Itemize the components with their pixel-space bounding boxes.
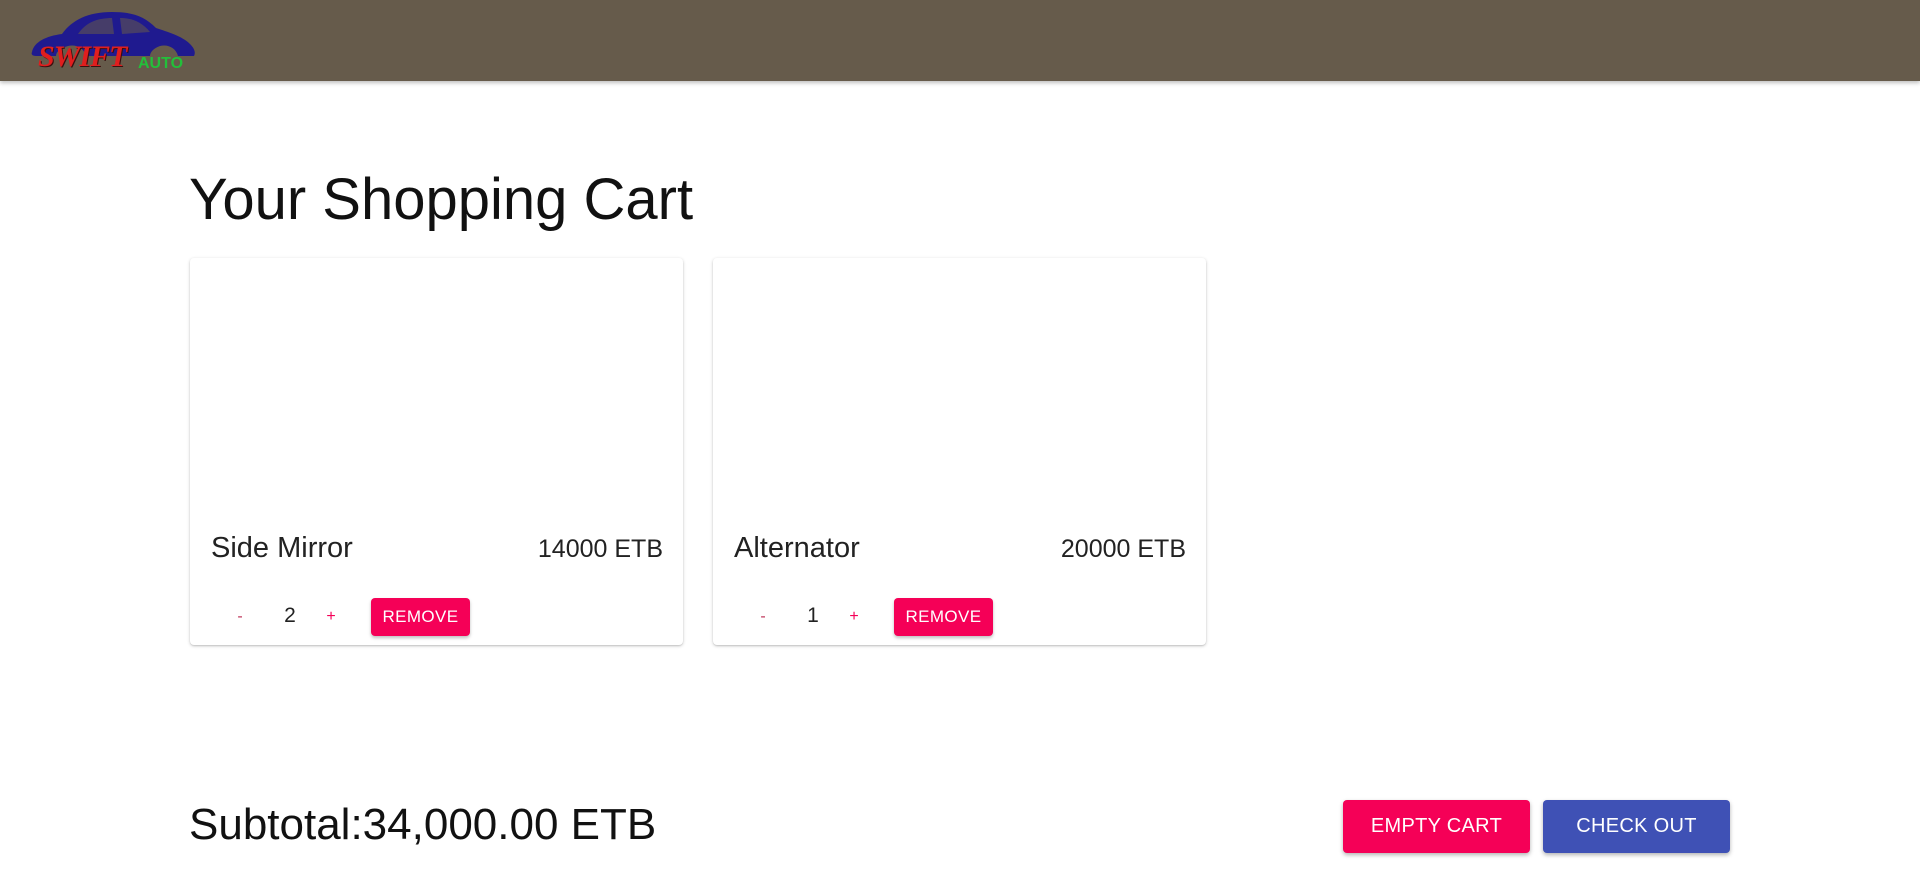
increment-quantity-button[interactable]: + xyxy=(832,597,876,637)
cart-item-card: Side Mirror 14000 ETB - 2 + REMOVE xyxy=(190,258,683,645)
decrement-quantity-button[interactable]: - xyxy=(218,597,262,637)
logo-text-auto: AUTO xyxy=(138,55,184,72)
product-image xyxy=(713,258,1206,513)
subtotal-text: Subtotal:34,000.00 ETB xyxy=(189,800,657,849)
increment-quantity-button[interactable]: + xyxy=(309,597,353,637)
remove-item-button[interactable]: REMOVE xyxy=(894,598,993,636)
logo-text-swift: SWIFT xyxy=(38,40,127,73)
app-bar: SWIFT AUTO xyxy=(0,0,1920,81)
page-title: Your Shopping Cart xyxy=(189,167,694,232)
empty-cart-button[interactable]: EMPTY CART xyxy=(1343,800,1530,853)
product-image xyxy=(190,258,683,513)
swift-auto-logo[interactable]: SWIFT AUTO xyxy=(28,6,208,76)
remove-item-button[interactable]: REMOVE xyxy=(371,598,470,636)
product-price: 20000 ETB xyxy=(1060,535,1186,563)
cart-item-card: Alternator 20000 ETB - 1 + REMOVE xyxy=(713,258,1206,645)
product-name: Side Mirror xyxy=(211,532,353,564)
quantity-value: 2 xyxy=(284,604,296,627)
product-price: 14000 ETB xyxy=(537,535,663,563)
checkout-button[interactable]: CHECK OUT xyxy=(1543,800,1730,853)
decrement-quantity-button[interactable]: - xyxy=(741,597,785,637)
quantity-value: 1 xyxy=(807,604,819,627)
product-name: Alternator xyxy=(734,532,860,564)
